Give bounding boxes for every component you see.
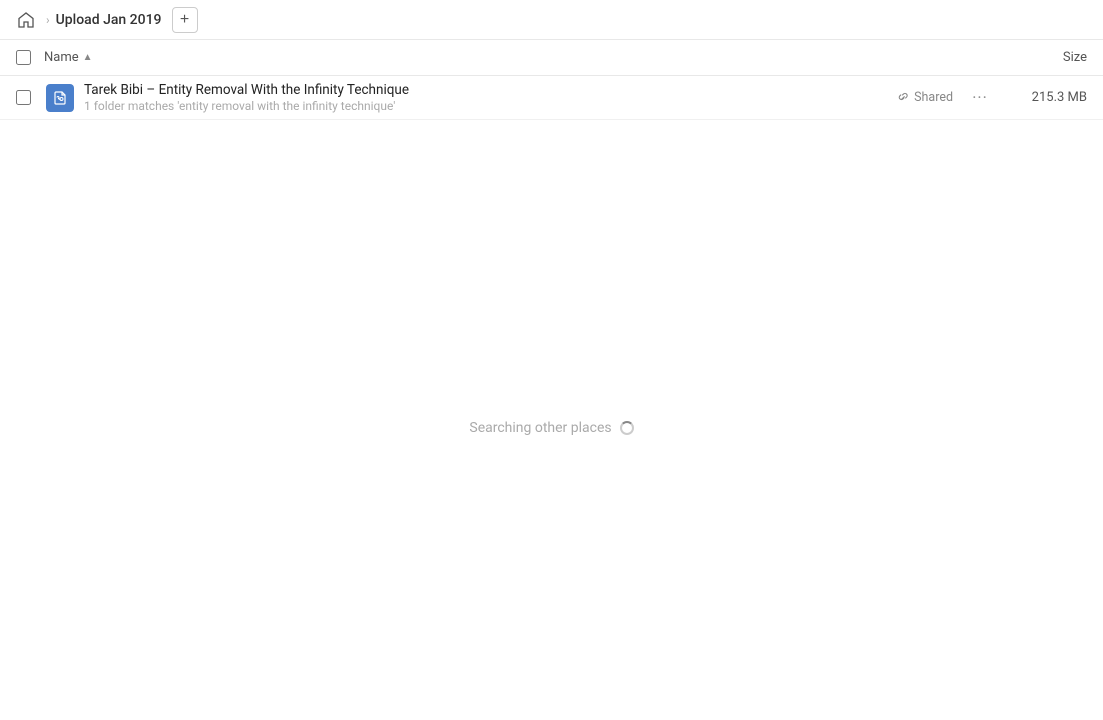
sort-arrow-icon: ▲ [83, 52, 93, 63]
breadcrumb-chevron: › [46, 13, 50, 27]
header-bar: › Upload Jan 2019 + [0, 0, 1103, 40]
column-name-header[interactable]: Name ▲ [44, 50, 987, 65]
file-matches: 1 folder matches 'entity removal with th… [84, 99, 896, 113]
file-name: Tarek Bibi – Entity Removal With the Inf… [84, 82, 896, 98]
file-size: 215.3 MB [1007, 90, 1087, 105]
searching-section: Searching other places [0, 420, 1103, 436]
shared-label: Shared [914, 90, 953, 105]
loading-spinner [620, 421, 634, 435]
row-checkbox-wrap [16, 90, 44, 105]
column-size-header: Size [987, 50, 1087, 65]
header-checkbox-wrap [16, 50, 44, 65]
breadcrumb-title: Upload Jan 2019 [56, 12, 162, 28]
select-all-checkbox[interactable] [16, 50, 31, 65]
table-header: Name ▲ Size [0, 40, 1103, 76]
file-meta: Shared ··· 215.3 MB [896, 85, 1087, 111]
row-checkbox[interactable] [16, 90, 31, 105]
more-options-button[interactable]: ··· [967, 85, 993, 111]
file-info: Tarek Bibi – Entity Removal With the Inf… [84, 82, 896, 113]
home-button[interactable] [12, 6, 40, 34]
link-icon [896, 91, 910, 105]
searching-label: Searching other places [469, 420, 611, 436]
file-icon-wrap [44, 84, 76, 112]
file-icon [46, 84, 74, 112]
add-button[interactable]: + [172, 7, 198, 33]
table-row[interactable]: Tarek Bibi – Entity Removal With the Inf… [0, 76, 1103, 120]
shared-badge: Shared [896, 90, 953, 105]
